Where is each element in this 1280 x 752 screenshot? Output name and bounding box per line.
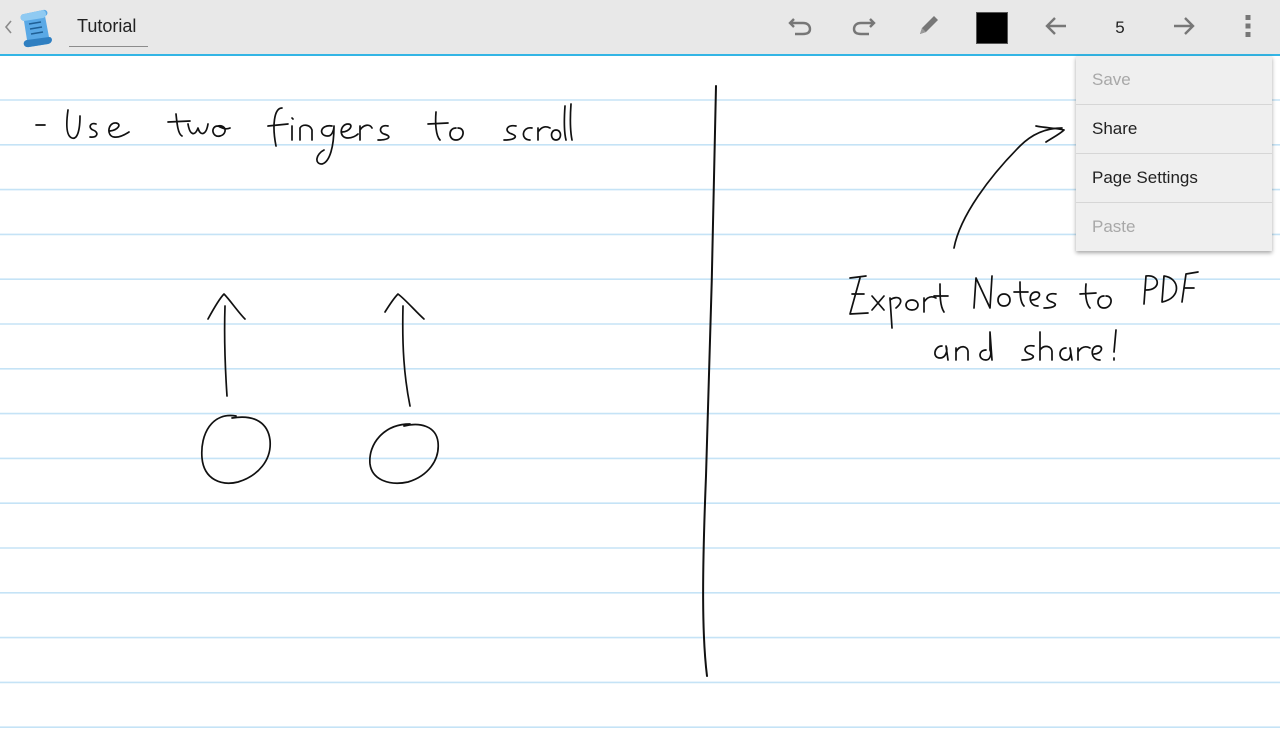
arrow-right-icon bbox=[1171, 15, 1197, 42]
previous-page-button[interactable] bbox=[1034, 6, 1078, 50]
pencil-icon bbox=[915, 13, 941, 44]
chevron-left-icon[interactable] bbox=[2, 16, 14, 38]
next-page-button[interactable] bbox=[1162, 6, 1206, 50]
undo-button[interactable] bbox=[778, 6, 822, 50]
overflow-menu-button[interactable] bbox=[1226, 6, 1270, 50]
menu-item-share[interactable]: Share bbox=[1076, 105, 1272, 154]
handwritten-note-scroll bbox=[35, 103, 573, 165]
arrow-left-icon bbox=[1043, 15, 1069, 42]
undo-icon bbox=[787, 15, 813, 42]
more-vert-icon bbox=[1244, 13, 1252, 44]
menu-item-save[interactable]: Save bbox=[1076, 56, 1272, 105]
app-logo-icon[interactable] bbox=[14, 4, 60, 50]
finger-gesture-drawing bbox=[200, 293, 439, 484]
notebook-title-field[interactable]: Tutorial bbox=[69, 9, 148, 47]
pen-tool-button[interactable] bbox=[906, 6, 950, 50]
redo-icon bbox=[851, 15, 877, 42]
menu-item-page-settings[interactable]: Page Settings bbox=[1076, 154, 1272, 203]
pen-color-swatch[interactable] bbox=[976, 12, 1008, 44]
redo-button[interactable] bbox=[842, 6, 886, 50]
action-bar: Tutorial 5 bbox=[0, 0, 1280, 56]
page-number: 5 bbox=[1115, 18, 1125, 37]
overflow-menu: Save Share Page Settings Paste bbox=[1076, 56, 1272, 251]
page-divider-stroke bbox=[702, 85, 717, 677]
menu-item-paste[interactable]: Paste bbox=[1076, 203, 1272, 251]
